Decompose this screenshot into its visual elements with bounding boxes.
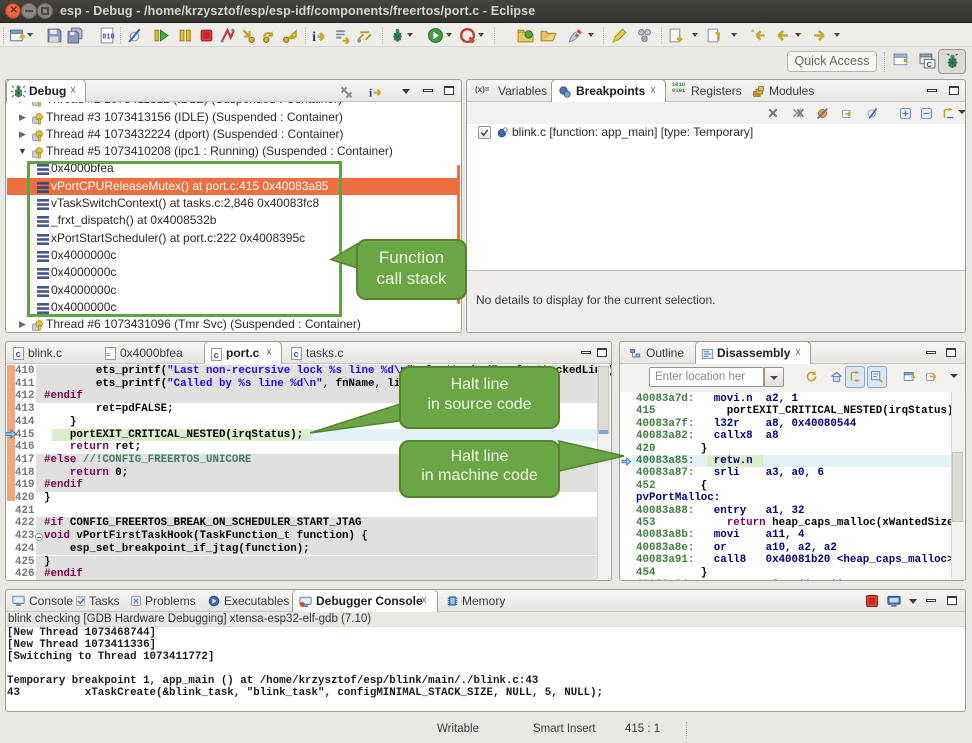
svg-text:i: i <box>312 29 316 44</box>
svg-text:c: c <box>16 350 21 360</box>
svg-text:c: c <box>214 351 219 361</box>
svg-text:i: i <box>369 87 372 99</box>
svg-text:c: c <box>294 350 299 360</box>
svg-text:C: C <box>926 60 932 69</box>
svg-text:010: 010 <box>102 34 114 42</box>
svg-text:=: = <box>106 351 111 360</box>
